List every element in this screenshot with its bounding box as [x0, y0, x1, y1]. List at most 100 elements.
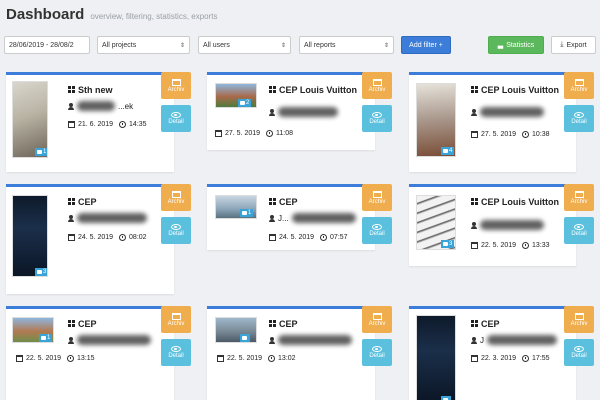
- archiv-button[interactable]: Archiv: [362, 306, 392, 333]
- photo-count-badge: [441, 396, 451, 400]
- report-thumbnail[interactable]: 2: [215, 83, 257, 108]
- report-title: CEP: [471, 319, 561, 329]
- report-user: [68, 335, 151, 345]
- report-datetime: 22. 5. 2019 13:15: [16, 355, 95, 362]
- report-title: CEP: [68, 197, 158, 207]
- photo-count-badge: 3: [35, 268, 47, 276]
- archiv-button[interactable]: Archiv: [161, 72, 191, 99]
- camera-icon: [240, 101, 245, 105]
- download-icon: ⤓: [560, 41, 564, 48]
- report-card: CEP 22. 5. 2019 13:02: [207, 306, 375, 400]
- report-thumbnail[interactable]: 1: [12, 317, 54, 343]
- detail-button[interactable]: Detail: [564, 105, 594, 132]
- photo-count-badge: 2: [238, 99, 252, 107]
- clock-icon: [119, 234, 127, 241]
- calendar-icon: [269, 234, 276, 241]
- detail-button[interactable]: Detail: [161, 339, 191, 366]
- report-thumbnail[interactable]: 3: [12, 195, 48, 277]
- report-datetime: 24. 5. 2019 08:02: [68, 234, 147, 241]
- archive-icon: [171, 190, 181, 198]
- page-header: Dashboard overview, filtering, statistic…: [6, 6, 218, 30]
- report-user: J: [471, 335, 557, 345]
- detail-button[interactable]: Detail: [564, 217, 594, 244]
- report-datetime: 22. 5. 2019 13:33: [471, 242, 550, 249]
- archiv-button[interactable]: Archiv: [161, 306, 191, 333]
- projects-select[interactable]: All projects ⇕: [97, 36, 190, 54]
- add-filter-button[interactable]: Add filter +: [401, 36, 451, 54]
- reports-select-value: All reports: [304, 41, 336, 49]
- calendar-icon: [471, 131, 478, 138]
- report-thumbnail[interactable]: 3: [416, 195, 456, 250]
- report-thumbnail[interactable]: 1: [215, 195, 257, 219]
- eye-icon: [574, 112, 584, 118]
- archive-icon: [372, 190, 382, 198]
- archiv-button[interactable]: Archiv: [564, 184, 594, 211]
- report-title: CEP: [68, 319, 158, 329]
- eye-icon: [372, 112, 382, 118]
- archive-icon: [574, 312, 584, 320]
- user-icon: [68, 336, 74, 344]
- detail-button[interactable]: Detail: [161, 105, 191, 132]
- report-thumbnail[interactable]: 1: [12, 81, 48, 158]
- grid-icon: [471, 86, 478, 93]
- page-title: Dashboard: [6, 6, 85, 23]
- archive-icon: [171, 78, 181, 86]
- photo-count-badge: 3: [441, 240, 455, 248]
- archiv-button[interactable]: Archiv: [564, 72, 594, 99]
- reports-select[interactable]: All reports ⇕: [299, 36, 394, 54]
- grid-icon: [269, 198, 276, 205]
- export-button[interactable]: ⤓ Export: [551, 36, 596, 54]
- statistics-button[interactable]: ▃ Statistics: [488, 36, 544, 54]
- report-user: ...ek: [68, 101, 133, 111]
- date-range-input[interactable]: 28/06/2019 - 28/08/2: [4, 36, 90, 54]
- projects-select-value: All projects: [102, 41, 137, 49]
- archiv-button[interactable]: Archiv: [362, 72, 392, 99]
- redacted-name: [480, 107, 544, 117]
- report-thumbnail[interactable]: 4: [416, 83, 456, 157]
- statistics-label: Statistics: [506, 41, 535, 49]
- report-user: [269, 107, 338, 117]
- report-card: 3 CEP Louis Vuitton 22. 5. 2019 13:33: [409, 184, 576, 266]
- redacted-name: [480, 220, 544, 230]
- archive-icon: [171, 312, 181, 320]
- chevron-updown-icon: ⇕: [280, 42, 286, 49]
- calendar-icon: [68, 234, 75, 241]
- report-card: CEP J 22. 3. 2019 17:55: [409, 306, 576, 400]
- user-icon: [471, 108, 477, 116]
- camera-icon: [443, 149, 448, 153]
- filter-toolbar: 28/06/2019 - 28/08/2 All projects ⇕ All u…: [0, 36, 600, 56]
- detail-button[interactable]: Detail: [362, 217, 392, 244]
- detail-button[interactable]: Detail: [564, 339, 594, 366]
- clock-icon: [266, 130, 274, 137]
- report-user: [471, 220, 544, 230]
- calendar-icon: [471, 242, 478, 249]
- detail-button[interactable]: Detail: [161, 217, 191, 244]
- eye-icon: [372, 346, 382, 352]
- report-datetime: 24. 5. 2019 07:57: [269, 234, 348, 241]
- detail-button[interactable]: Detail: [362, 105, 392, 132]
- archiv-button[interactable]: Archiv: [161, 184, 191, 211]
- archiv-button[interactable]: Archiv: [362, 184, 392, 211]
- report-thumbnail[interactable]: [215, 317, 257, 343]
- report-user: [471, 107, 544, 117]
- clock-icon: [119, 121, 127, 128]
- grid-icon: [269, 86, 276, 93]
- camera-icon: [242, 211, 247, 215]
- report-title: CEP: [269, 197, 359, 207]
- redacted-name: [278, 107, 338, 117]
- export-label: Export: [566, 41, 587, 49]
- report-user: J...: [269, 213, 356, 223]
- user-icon: [68, 102, 74, 110]
- report-title: CEP Louis Vuitton: [471, 85, 561, 95]
- user-icon: [269, 108, 275, 116]
- detail-button[interactable]: Detail: [362, 339, 392, 366]
- grid-icon: [471, 320, 478, 327]
- report-user: [68, 213, 147, 223]
- redacted-name: [77, 101, 115, 111]
- eye-icon: [171, 346, 181, 352]
- archiv-button[interactable]: Archiv: [564, 306, 594, 333]
- users-select[interactable]: All users ⇕: [198, 36, 291, 54]
- report-thumbnail[interactable]: [416, 315, 456, 400]
- report-title: CEP Louis Vuitton: [471, 197, 561, 207]
- grid-icon: [68, 320, 75, 327]
